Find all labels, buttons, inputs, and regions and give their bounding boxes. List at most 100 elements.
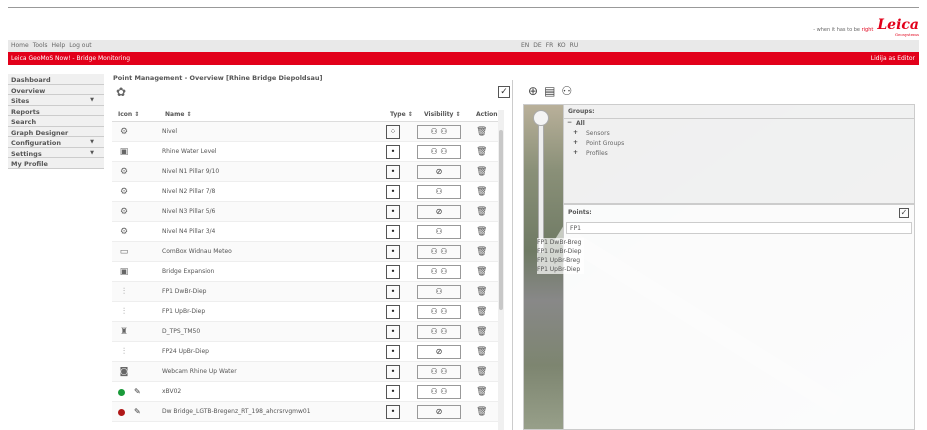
lang-en[interactable]: EN bbox=[521, 42, 529, 49]
points-search-input[interactable] bbox=[566, 222, 912, 234]
visibility-users-icon[interactable]: ⚇ ⚇ bbox=[417, 365, 461, 379]
table-row[interactable]: ⫶ FP1 DwBr-Diep • ⚇ 🗑 bbox=[112, 282, 498, 302]
menu-home[interactable]: Home bbox=[11, 42, 29, 49]
expand-icon[interactable]: + bbox=[573, 149, 578, 156]
type-button[interactable]: • bbox=[386, 325, 400, 339]
delete-trash-icon[interactable]: 🗑 bbox=[476, 187, 487, 197]
point-name[interactable]: D_TPS_TM50 bbox=[162, 328, 200, 335]
delete-trash-icon[interactable]: 🗑 bbox=[476, 167, 487, 177]
group-profiles[interactable]: + Profiles bbox=[564, 149, 914, 159]
table-row[interactable]: ⚙ Nivel N3 Pillar 5/6 • ⊘ 🗑 bbox=[112, 202, 498, 222]
point-name[interactable]: Webcam Rhine Up Water bbox=[162, 368, 237, 375]
table-row[interactable]: ⚙ Nivel N4 Pillar 3/4 • ⚇ 🗑 bbox=[112, 222, 498, 242]
delete-trash-icon[interactable]: 🗑 bbox=[476, 227, 487, 237]
col-visibility-header[interactable]: Visibility ⇕ bbox=[424, 111, 461, 118]
table-row[interactable]: ⫶ FP1 UpBr-Diep • ⚇ ⚇ 🗑 bbox=[112, 302, 498, 322]
delete-trash-icon[interactable]: 🗑 bbox=[476, 287, 487, 297]
delete-trash-icon[interactable]: 🗑 bbox=[476, 387, 487, 397]
point-name[interactable]: Dw Bridge_LGTB-Bregenz_RT_198_ahcrsrvgmw… bbox=[162, 408, 311, 415]
visibility-users-icon[interactable]: ⚇ bbox=[417, 225, 461, 239]
type-button[interactable]: • bbox=[386, 285, 400, 299]
delete-trash-icon[interactable]: 🗑 bbox=[476, 207, 487, 217]
table-row[interactable]: ✎ Dw Bridge_LGTB-Bregenz_RT_198_ahcrsrvgm… bbox=[112, 402, 498, 422]
delete-trash-icon[interactable]: 🗑 bbox=[476, 127, 487, 137]
lang-fr[interactable]: FR bbox=[546, 42, 554, 49]
group-point-groups[interactable]: + Point Groups bbox=[564, 139, 914, 149]
panel-divider[interactable] bbox=[512, 80, 513, 430]
delete-trash-icon[interactable]: 🗑 bbox=[476, 247, 487, 257]
type-button[interactable]: • bbox=[386, 225, 400, 239]
sidebar-item-reports[interactable]: Reports bbox=[8, 105, 104, 116]
edit-pencil-icon[interactable]: ✎ bbox=[134, 387, 141, 396]
leica-logo[interactable]: Leica Geosystems bbox=[877, 18, 919, 40]
point-name[interactable]: FP1 UpBr-Diep bbox=[162, 308, 205, 315]
visibility-hidden-icon[interactable]: ⊘ bbox=[417, 205, 461, 219]
point-result[interactable]: FP1 UpBr-Diep bbox=[537, 265, 585, 274]
type-button[interactable]: • bbox=[386, 145, 400, 159]
menu-logout[interactable]: Log out bbox=[69, 42, 91, 49]
col-type-header[interactable]: Type ⇕ bbox=[390, 111, 413, 118]
sidebar-item-sites[interactable]: Sites ▼ bbox=[8, 95, 104, 106]
visibility-users-icon[interactable]: ⚇ ⚇ bbox=[417, 305, 461, 319]
delete-trash-icon[interactable]: 🗑 bbox=[476, 367, 487, 377]
type-button[interactable]: • bbox=[386, 165, 400, 179]
clipboard-icon[interactable]: ▤ bbox=[544, 84, 555, 98]
visibility-users-icon[interactable]: ⚇ ⚇ bbox=[417, 385, 461, 399]
sidebar-item-settings[interactable]: Settings ▼ bbox=[8, 147, 104, 158]
collapse-icon[interactable]: − bbox=[567, 119, 572, 126]
type-button[interactable]: • bbox=[386, 385, 400, 399]
visibility-users-icon[interactable]: ⚇ bbox=[417, 185, 461, 199]
table-row[interactable]: ♜ D_TPS_TM50 • ⚇ ⚇ 🗑 bbox=[112, 322, 498, 342]
lang-de[interactable]: DE bbox=[533, 42, 541, 49]
type-button[interactable]: • bbox=[386, 305, 400, 319]
visibility-hidden-icon[interactable]: ⊘ bbox=[417, 165, 461, 179]
user-icon[interactable]: ⚇ bbox=[561, 84, 572, 98]
menu-help[interactable]: Help bbox=[52, 42, 66, 49]
table-row[interactable]: ▣ Bridge Expansion • ⚇ ⚇ 🗑 bbox=[112, 262, 498, 282]
delete-trash-icon[interactable]: 🗑 bbox=[476, 327, 487, 337]
sidebar-item-graph-designer[interactable]: Graph Designer bbox=[8, 126, 104, 137]
point-name[interactable]: Nivel N3 Pillar 5/6 bbox=[162, 208, 215, 215]
point-result[interactable]: FP1 DwBr-Diep bbox=[537, 247, 585, 256]
point-name[interactable]: Bridge Expansion bbox=[162, 268, 214, 275]
point-name[interactable]: ComBox Widnau Meteo bbox=[162, 248, 232, 255]
expand-icon[interactable]: + bbox=[573, 129, 578, 136]
lang-ko[interactable]: KO bbox=[557, 42, 565, 49]
col-icon-header[interactable]: Icon ⇕ bbox=[118, 111, 139, 118]
visibility-hidden-icon[interactable]: ⊘ bbox=[417, 405, 461, 419]
table-row[interactable]: ▭ ComBox Widnau Meteo • ⚇ ⚇ 🗑 bbox=[112, 242, 498, 262]
table-row[interactable]: ▣ Rhine Water Level • ⚇ ⚇ 🗑 bbox=[112, 142, 498, 162]
table-row[interactable]: ⚙ Nivel N1 Pillar 9/10 • ⊘ 🗑 bbox=[112, 162, 498, 182]
visibility-users-icon[interactable]: ⚇ ⚇ bbox=[417, 145, 461, 159]
point-name[interactable]: Nivel N4 Pillar 3/4 bbox=[162, 228, 215, 235]
points-checkbox[interactable]: ✓ bbox=[899, 208, 909, 218]
sidebar-item-overview[interactable]: Overview bbox=[8, 84, 104, 95]
type-button[interactable]: • bbox=[386, 265, 400, 279]
delete-trash-icon[interactable]: 🗑 bbox=[476, 347, 487, 357]
visibility-users-icon[interactable]: ⚇ bbox=[417, 285, 461, 299]
point-name[interactable]: Rhine Water Level bbox=[162, 148, 217, 155]
expand-icon[interactable]: + bbox=[573, 139, 578, 146]
visibility-users-icon[interactable]: ⚇ ⚇ bbox=[417, 325, 461, 339]
lang-ru[interactable]: RU bbox=[570, 42, 579, 49]
sidebar-item-configuration[interactable]: Configuration ▼ bbox=[8, 137, 104, 148]
visibility-users-icon[interactable]: ⚇ ⚇ bbox=[417, 245, 461, 259]
table-row[interactable]: ✎ xBV02 • ⚇ ⚇ 🗑 bbox=[112, 382, 498, 402]
sidebar-item-my-profile[interactable]: My Profile bbox=[8, 158, 104, 169]
point-name[interactable]: Nivel N1 Pillar 9/10 bbox=[162, 168, 219, 175]
delete-trash-icon[interactable]: 🗑 bbox=[476, 267, 487, 277]
point-name[interactable]: Nivel N2 Pillar 7/8 bbox=[162, 188, 215, 195]
pan-control[interactable] bbox=[533, 110, 549, 126]
delete-trash-icon[interactable]: 🗑 bbox=[476, 147, 487, 157]
menu-tools[interactable]: Tools bbox=[33, 42, 48, 49]
current-user[interactable]: Lidija as Editor bbox=[871, 55, 915, 62]
point-result[interactable]: FP1 UpBr-Breg bbox=[537, 256, 585, 265]
col-name-header[interactable]: Name ⇕ bbox=[165, 111, 192, 118]
visibility-hidden-icon[interactable]: ⊘ bbox=[417, 345, 461, 359]
type-button[interactable]: ⁘ bbox=[386, 125, 400, 139]
type-button[interactable]: • bbox=[386, 405, 400, 419]
point-name[interactable]: FP24 UpBr-Diep bbox=[162, 348, 209, 355]
edit-pencil-icon[interactable]: ✎ bbox=[134, 407, 141, 416]
visibility-users-icon[interactable]: ⚇ ⚇ bbox=[417, 265, 461, 279]
type-button[interactable]: • bbox=[386, 345, 400, 359]
